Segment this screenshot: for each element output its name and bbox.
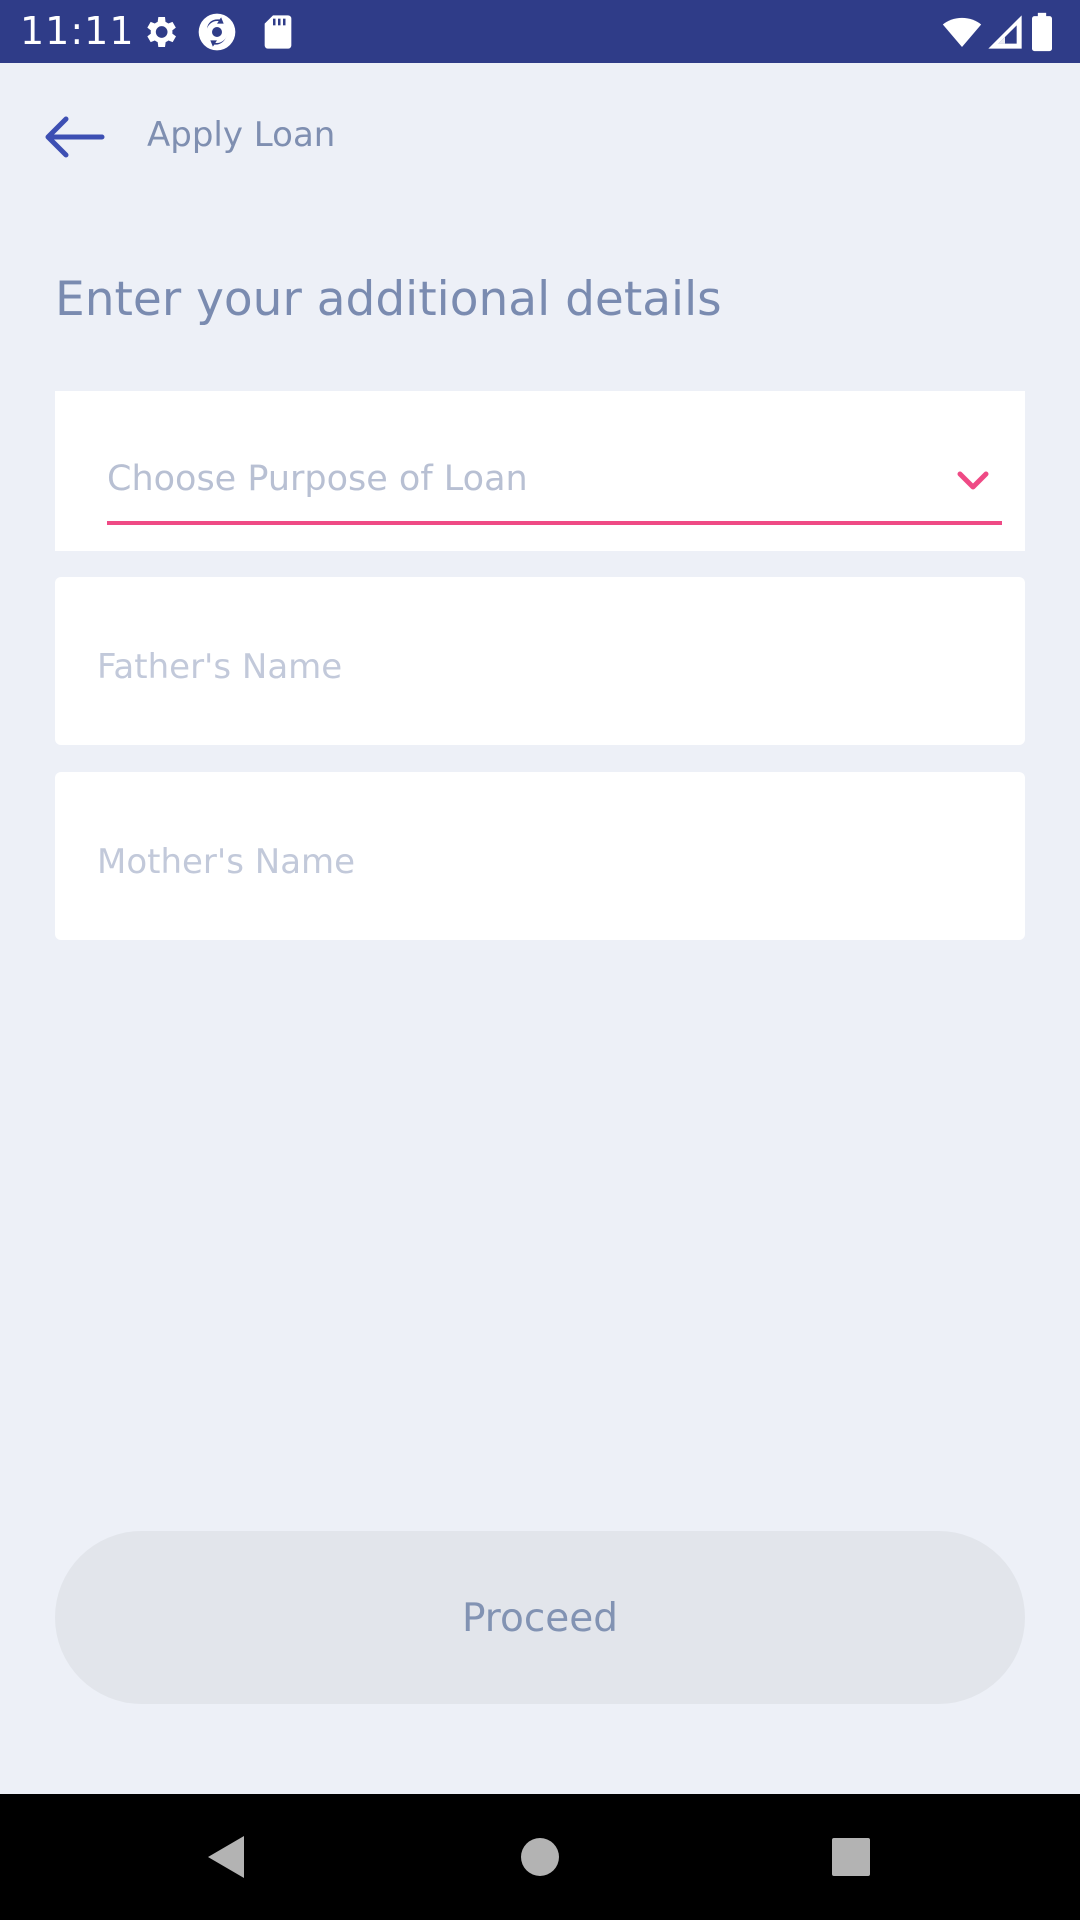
section-heading: Enter your additional details [55,272,722,327]
cell-signal-icon [985,12,1025,52]
purpose-of-loan-dropdown[interactable]: Choose Purpose of Loan [107,441,1002,525]
recents-square-icon[interactable] [826,1832,876,1882]
page-title: Apply Loan [147,115,336,155]
sd-card-icon [258,12,298,52]
status-bar: 11:11 [0,0,1080,63]
battery-icon [1030,12,1060,52]
system-nav-bar [0,1794,1080,1920]
chevron-down-icon [956,469,990,493]
app-bar: Apply Loan [0,63,1080,208]
status-time: 11:11 [20,9,135,53]
purpose-card: Choose Purpose of Loan [55,391,1025,551]
father-name-field[interactable] [97,637,995,697]
proceed-button[interactable]: Proceed [55,1531,1025,1704]
father-name-card [55,577,1025,745]
mother-name-field[interactable] [97,832,995,892]
arrow-left-icon[interactable] [40,111,106,163]
home-circle-icon[interactable] [515,1832,565,1882]
gear-icon [140,12,180,52]
wifi-icon [942,12,982,52]
purpose-placeholder: Choose Purpose of Loan [107,459,528,499]
back-triangle-icon[interactable] [202,1832,252,1882]
sync-app-icon [197,12,237,52]
mother-name-card [55,772,1025,940]
